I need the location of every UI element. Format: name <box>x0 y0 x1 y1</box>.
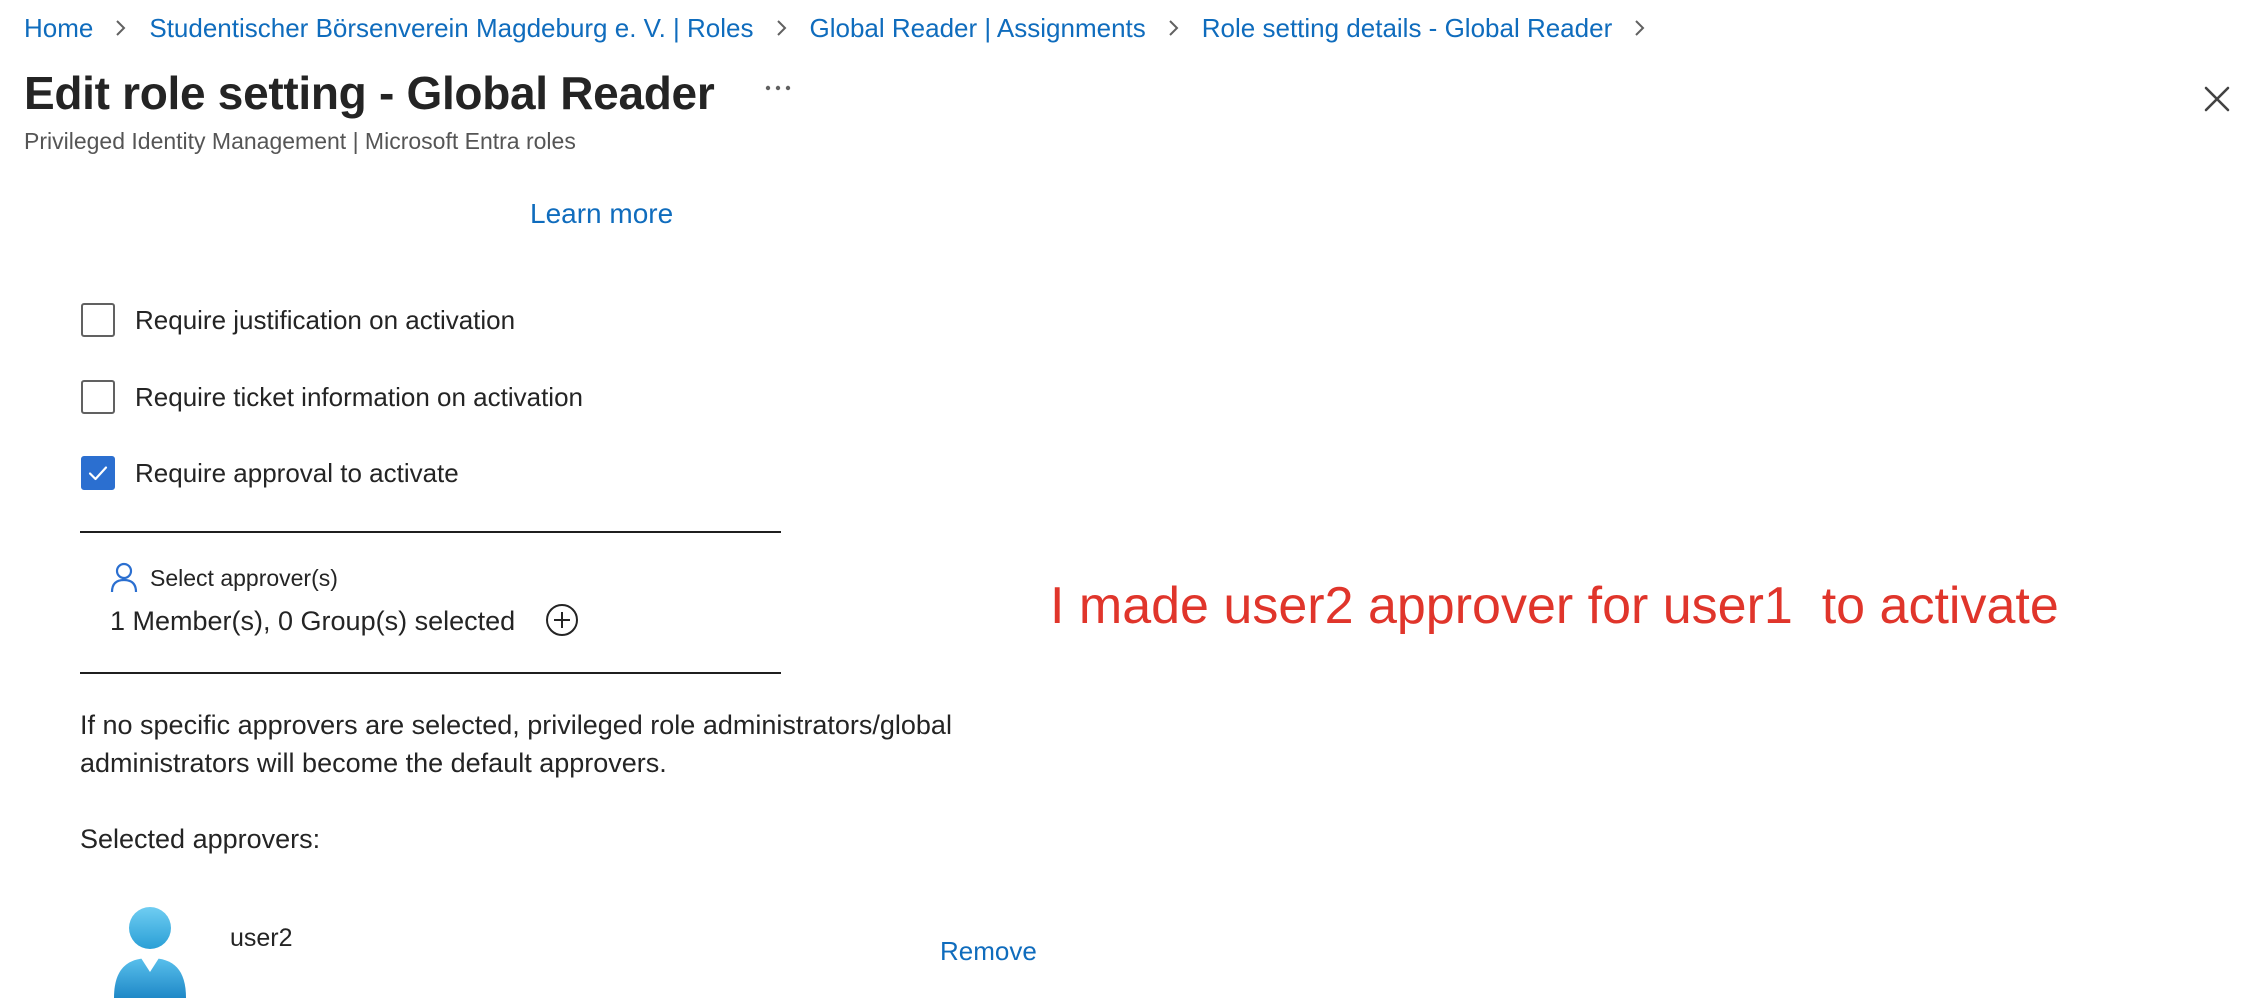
page-title: Edit role setting - Global Reader <box>24 67 715 119</box>
approval-checkbox[interactable] <box>81 456 115 490</box>
approval-checkbox-row[interactable]: Require approval to activate <box>81 456 459 490</box>
approval-checkbox-label: Require approval to activate <box>135 457 459 488</box>
add-circle-icon[interactable] <box>544 602 580 638</box>
chevron-right-icon <box>767 13 797 43</box>
select-approvers-button[interactable]: Select approver(s) <box>110 562 338 594</box>
breadcrumb-role-setting-details[interactable]: Role setting details - Global Reader <box>1202 13 1612 44</box>
person-icon <box>110 562 138 593</box>
breadcrumb: Home Studentischer Börsenverein Magdebur… <box>24 10 1668 46</box>
selected-approvers-heading: Selected approvers: <box>80 824 321 854</box>
approver-top-divider <box>80 531 781 533</box>
approver-name: user2 <box>230 924 293 952</box>
learn-more-link[interactable]: Learn more <box>530 198 673 230</box>
justification-checkbox-label: Require justification on activation <box>135 304 516 335</box>
chevron-right-icon <box>106 13 136 43</box>
annotation-text: I made user2 approver for user1 to activ… <box>1050 577 2059 635</box>
ticket-checkbox[interactable] <box>81 380 115 414</box>
justification-checkbox-row[interactable]: Require justification on activation <box>81 303 515 337</box>
close-icon[interactable] <box>2200 82 2234 116</box>
remove-approver-link[interactable]: Remove <box>940 936 1037 967</box>
ticket-checkbox-row[interactable]: Require ticket information on activation <box>81 380 583 414</box>
page-subtitle: Privileged Identity Management | Microso… <box>24 128 576 154</box>
chevron-right-icon <box>1625 13 1655 43</box>
justification-checkbox[interactable] <box>81 303 115 337</box>
ticket-checkbox-label: Require ticket information on activation <box>135 381 584 412</box>
default-approvers-info: If no specific approvers are selected, p… <box>80 710 952 778</box>
breadcrumb-home[interactable]: Home <box>24 13 93 44</box>
breadcrumb-assignments[interactable]: Global Reader | Assignments <box>810 13 1146 44</box>
select-approvers-label: Select approver(s) <box>150 564 338 591</box>
approver-bottom-divider <box>80 672 781 674</box>
more-icon[interactable] <box>762 78 794 98</box>
user-avatar-icon <box>110 906 190 998</box>
chevron-right-icon <box>1159 13 1189 43</box>
breadcrumb-roles[interactable]: Studentischer Börsenverein Magdeburg e. … <box>149 13 753 44</box>
checkmark-icon <box>88 466 108 481</box>
selected-approvers-summary: 1 Member(s), 0 Group(s) selected <box>110 606 516 636</box>
